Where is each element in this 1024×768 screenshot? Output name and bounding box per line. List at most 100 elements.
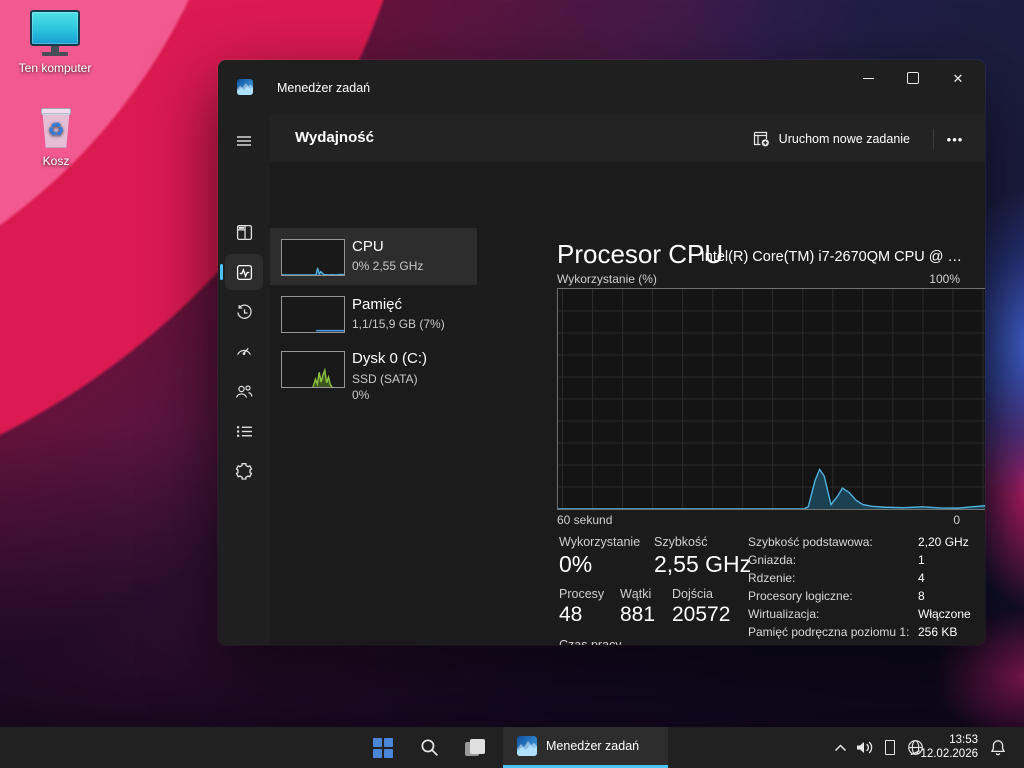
stat-value-handles: 20572 xyxy=(672,603,730,627)
detail-value: 4 xyxy=(918,571,925,585)
tile-subtitle: 1,1/15,9 GB (7%) xyxy=(352,317,445,331)
search-button[interactable] xyxy=(409,727,449,768)
touch-keyboard-icon xyxy=(885,740,895,755)
tile-title: Pamięć xyxy=(352,296,402,313)
cpu-panel-title: Procesor CPU xyxy=(557,239,723,270)
sidebar-item-performance[interactable] xyxy=(225,254,263,290)
stat-label: Dojścia xyxy=(672,587,713,601)
stat-label: Procesy xyxy=(559,587,604,601)
perf-tile-disk[interactable]: Dysk 0 (C:) SSD (SATA) 0% xyxy=(270,346,477,411)
chevron-up-icon xyxy=(834,744,847,752)
page-header: Wydajność Uruchom nowe zadanie ••• xyxy=(270,115,985,162)
detail-value: 256 KB xyxy=(918,625,957,639)
start-icon xyxy=(373,738,393,758)
maximize-button[interactable] xyxy=(890,60,936,96)
close-icon: ✕ xyxy=(953,72,964,85)
window-title: Menedżer zadań xyxy=(277,81,370,95)
sidebar xyxy=(218,115,270,645)
memory-sparkline xyxy=(281,296,345,333)
stat-label: Szybkość xyxy=(654,535,708,549)
titlebar[interactable]: Menedżer zadań ✕ xyxy=(218,60,985,115)
recycle-bin-icon: ♻ xyxy=(40,108,72,148)
more-options-button[interactable]: ••• xyxy=(939,124,971,154)
tile-subtitle: SSD (SATA) xyxy=(352,372,418,386)
task-manager-icon xyxy=(517,736,537,756)
stat-value-utilization: 0% xyxy=(559,551,592,578)
detail-label: Szybkość podstawowa: xyxy=(748,535,873,549)
perf-tile-cpu[interactable]: CPU 0% 2,55 GHz xyxy=(270,228,477,285)
hamburger-menu-button[interactable] xyxy=(225,123,263,159)
page-title: Wydajność xyxy=(295,129,374,146)
taskbar-clock[interactable]: 13:53 12.02.2026 xyxy=(912,733,978,761)
desktop-icon-this-pc[interactable]: Ten komputer xyxy=(10,10,100,75)
detail-label: Rdzenie: xyxy=(748,571,795,585)
minimize-icon xyxy=(863,78,874,79)
tray-chevron-button[interactable] xyxy=(828,727,852,768)
new-task-icon xyxy=(753,131,770,147)
stat-value-threads: 881 xyxy=(620,603,655,627)
speaker-icon xyxy=(856,740,874,755)
tile-title: Dysk 0 (C:) xyxy=(352,350,427,367)
minimize-button[interactable] xyxy=(845,60,891,96)
detail-value: 1,0 MB xyxy=(918,643,956,645)
users-icon xyxy=(235,383,253,400)
sidebar-item-app-history[interactable] xyxy=(225,294,263,330)
stat-label: Wątki xyxy=(620,587,651,601)
detail-value: Włączone xyxy=(918,607,971,621)
tray-notifications-button[interactable] xyxy=(984,727,1012,768)
sidebar-item-users[interactable] xyxy=(225,373,263,409)
more-options-icon: ••• xyxy=(947,132,964,147)
chart-y-max-label: 100% xyxy=(929,272,960,286)
tray-date: 12.02.2026 xyxy=(912,747,978,761)
tray-keyboard-button[interactable] xyxy=(878,727,902,768)
chart-x-right-label: 0 xyxy=(953,513,960,527)
stat-value-speed: 2,55 GHz xyxy=(654,551,751,578)
task-manager-window: Menedżer zadań ✕ xyxy=(218,60,985,645)
services-icon xyxy=(235,462,253,480)
desktop-icon-label: Ten komputer xyxy=(10,61,100,75)
detail-value: 1 xyxy=(918,553,925,567)
content-area: Wydajność Uruchom nowe zadanie ••• CPU 0… xyxy=(270,115,985,645)
detail-label: Wirtualizacja: xyxy=(748,607,819,621)
selection-indicator xyxy=(220,264,223,280)
computer-icon xyxy=(10,10,100,56)
details-icon xyxy=(236,423,253,440)
tile-subtitle: 0% 2,55 GHz xyxy=(352,259,423,273)
detail-value: 2,20 GHz xyxy=(918,535,969,549)
disk-sparkline xyxy=(281,351,345,388)
task-view-button[interactable] xyxy=(455,727,495,768)
desktop-icon-recycle-bin[interactable]: ♻ Kosz xyxy=(11,108,101,168)
detail-label: Pamięć podręczna poziomu 2: xyxy=(748,643,909,645)
hamburger-icon xyxy=(236,133,252,149)
sidebar-item-processes[interactable] xyxy=(225,214,263,250)
run-new-task-button[interactable]: Uruchom nowe zadanie xyxy=(743,124,920,154)
detail-label: Procesory logiczne: xyxy=(748,589,853,603)
taskbar-task-label: Menedżer zadań xyxy=(546,739,639,753)
startup-apps-icon xyxy=(235,343,253,360)
stat-label: Czas pracy xyxy=(559,638,622,645)
cpu-utilization-chart xyxy=(557,288,985,510)
perf-tile-memory[interactable]: Pamięć 1,1/15,9 GB (7%) xyxy=(270,290,477,345)
sidebar-item-details[interactable] xyxy=(225,413,263,449)
processes-icon xyxy=(236,224,253,241)
cpu-panel-subtitle: Intel(R) Core(TM) i7-2670QM CPU @ … xyxy=(701,249,962,265)
tray-time: 13:53 xyxy=(912,733,978,747)
sidebar-item-services[interactable] xyxy=(225,453,263,489)
task-manager-icon xyxy=(237,79,253,95)
app-history-icon xyxy=(236,304,253,321)
detail-value: 8 xyxy=(918,589,925,603)
tile-subtitle2: 0% xyxy=(352,388,369,402)
search-icon xyxy=(420,738,439,757)
detail-label: Pamięć podręczna poziomu 1: xyxy=(748,625,909,639)
tray-volume-button[interactable] xyxy=(852,727,878,768)
cpu-sparkline xyxy=(281,239,345,276)
start-button[interactable] xyxy=(363,727,403,768)
notification-bell-icon xyxy=(990,739,1006,756)
taskbar: Menedżer zadań 13:53 12.02.2026 xyxy=(0,727,1024,768)
run-new-task-label: Uruchom nowe zadanie xyxy=(779,132,910,146)
chart-y-label: Wykorzystanie (%) xyxy=(557,272,657,286)
chart-x-left-label: 60 sekund xyxy=(557,513,612,527)
sidebar-item-startup-apps[interactable] xyxy=(225,333,263,369)
close-button[interactable]: ✕ xyxy=(935,60,981,96)
taskbar-task-manager-button[interactable]: Menedżer zadań xyxy=(503,727,668,768)
